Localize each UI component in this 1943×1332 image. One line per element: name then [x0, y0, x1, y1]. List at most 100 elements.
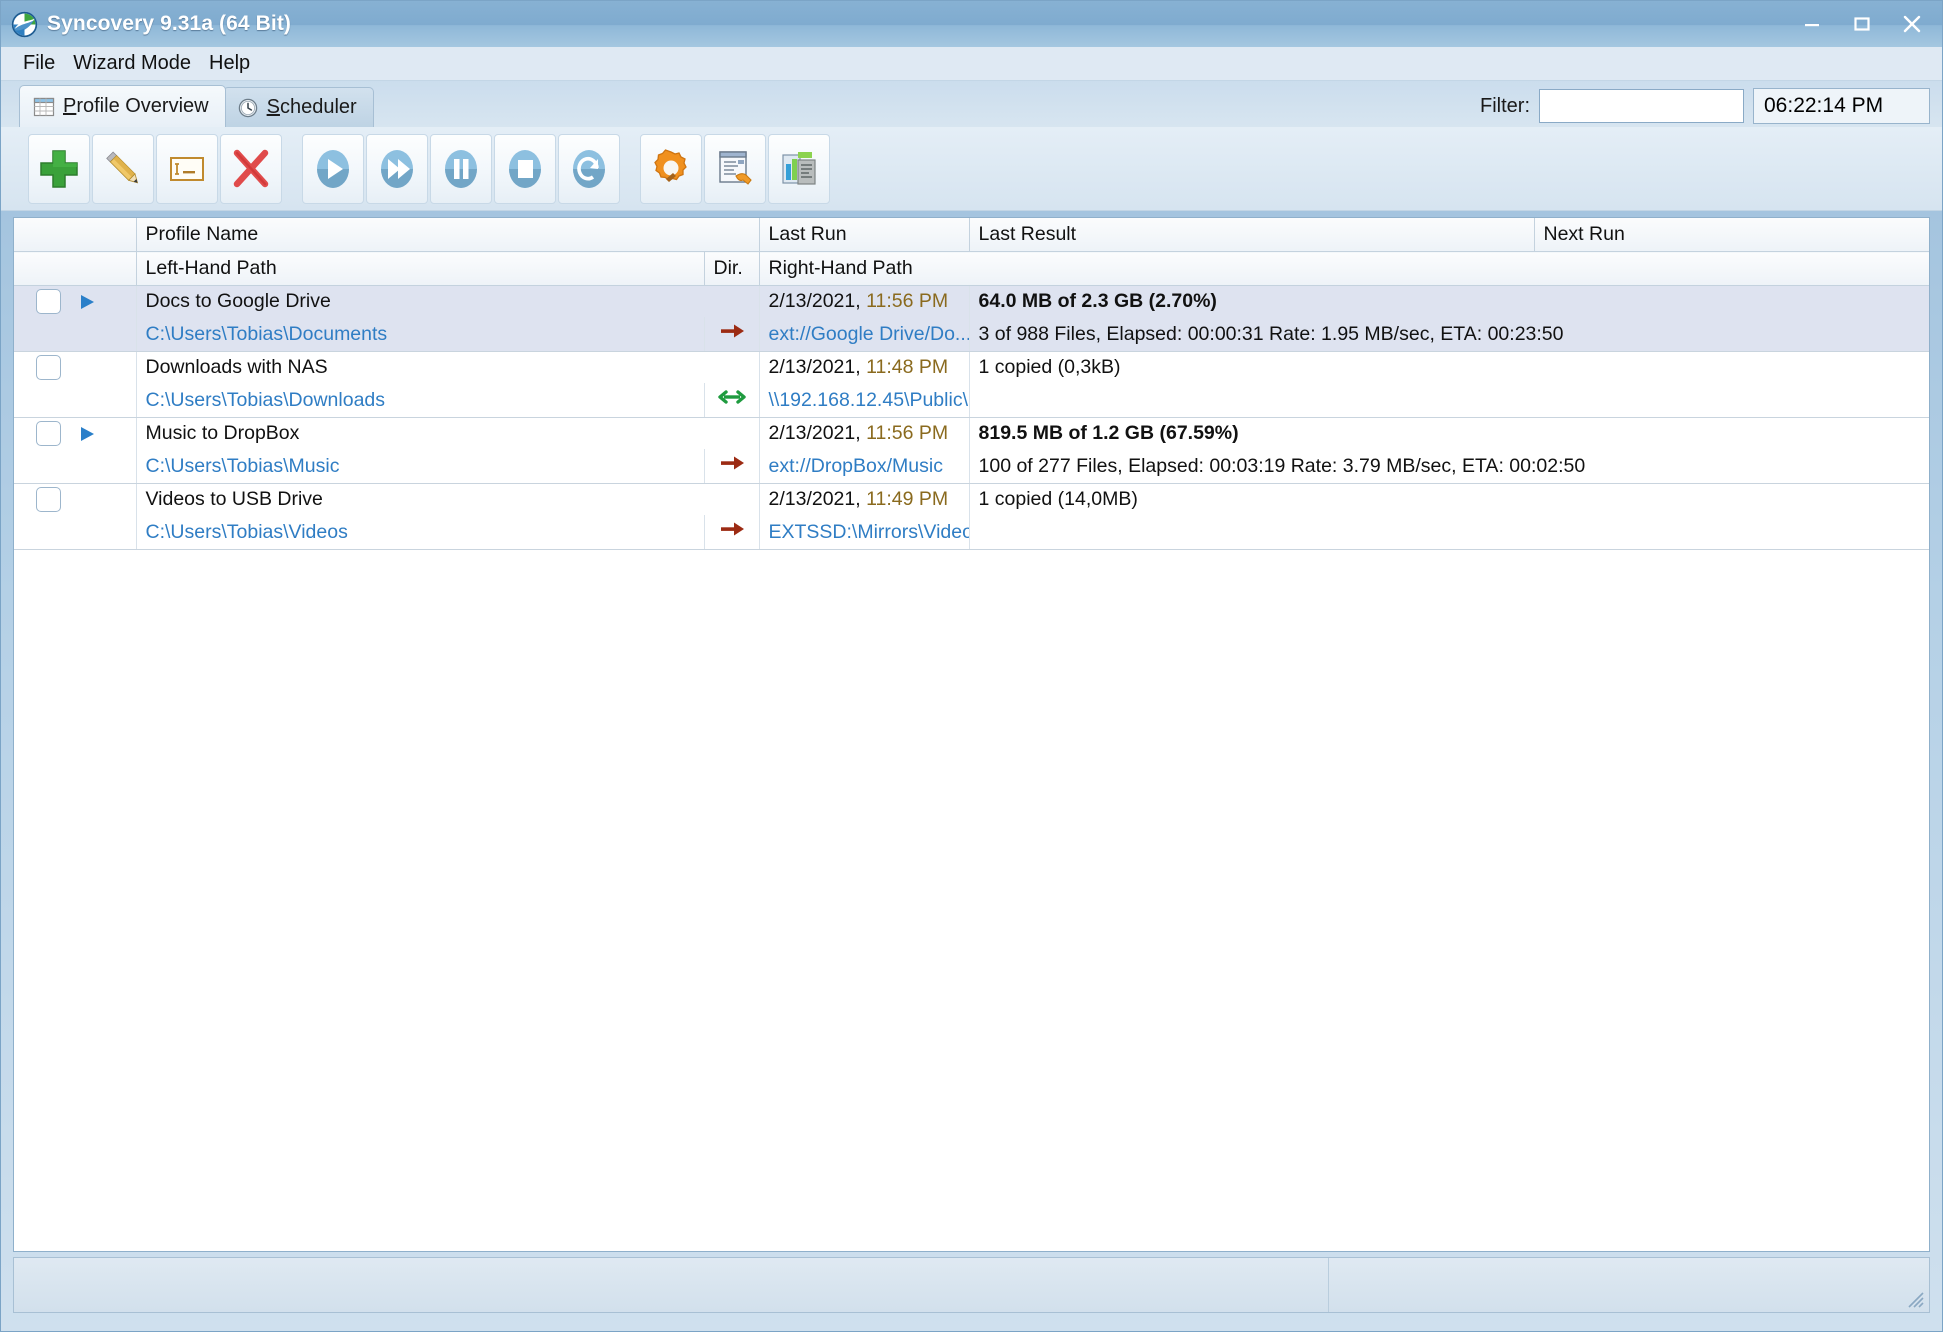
- table-row[interactable]: Videos to USB Drive 2/13/2021, 11:49 PM 1 …: [14, 483, 1929, 515]
- resize-grip-icon[interactable]: [1905, 1289, 1925, 1309]
- row-select-cell[interactable]: [14, 483, 137, 515]
- maximize-button[interactable]: [1840, 7, 1884, 41]
- pause-icon: [445, 149, 477, 188]
- header-checkbox-column[interactable]: [14, 218, 137, 252]
- row-select-cell[interactable]: [14, 351, 137, 383]
- bidirectional-arrow-icon: [717, 390, 746, 404]
- orange-gear-icon: [654, 148, 687, 182]
- new-profile-button[interactable]: [28, 133, 90, 204]
- running-indicator-icon: [81, 426, 94, 441]
- pause-button[interactable]: [430, 133, 492, 204]
- status-right-panel: [1329, 1258, 1929, 1312]
- last-result-cell: 64.0 MB of 2.3 GB (2.70%): [969, 285, 1929, 317]
- close-button[interactable]: [1890, 7, 1934, 41]
- left-hand-path-text: C:\Users\Tobias\Music: [145, 454, 340, 477]
- tab-profile-overview[interactable]: Profile Overview: [19, 85, 226, 127]
- row-detail-spacer: [14, 383, 137, 418]
- restart-button[interactable]: [558, 133, 620, 204]
- edit-profile-button[interactable]: [92, 133, 154, 204]
- detail-cell: 3 of 988 Files, Elapsed: 00:00:31 Rate: …: [969, 317, 1929, 352]
- last-run-cell: 2/13/2021, 11:56 PM: [759, 285, 970, 317]
- menu-file[interactable]: File: [14, 50, 64, 77]
- tab-label-scheduler: Scheduler: [266, 96, 357, 118]
- last-result-text: 819.5 MB of 1.2 GB (67.59%): [978, 422, 1239, 444]
- detail-cell: [969, 383, 1929, 418]
- header-last-run[interactable]: Last Run: [759, 218, 970, 252]
- profile-table: Profile Name Last Run Last Result Next R…: [14, 218, 1929, 550]
- stop-button[interactable]: [494, 133, 556, 204]
- header-checkbox-column-2[interactable]: [14, 251, 137, 286]
- toolbar-group-profile: [27, 133, 283, 204]
- status-left-panel: [14, 1258, 1329, 1312]
- header-right-hand-path[interactable]: Right-Hand Path: [759, 251, 1929, 286]
- profile-name-cell: Downloads with NAS: [136, 351, 760, 383]
- menu-help[interactable]: Help: [200, 50, 259, 77]
- row-checkbox[interactable]: [36, 355, 61, 380]
- rename-profile-button[interactable]: [156, 133, 218, 204]
- header-left-hand-path[interactable]: Left-Hand Path: [136, 251, 705, 286]
- pencil-icon: [106, 150, 139, 183]
- run-all-button[interactable]: [366, 133, 428, 204]
- toolbar-separator-2: [621, 134, 639, 204]
- profile-name-text: Videos to USB Drive: [145, 488, 323, 510]
- caption-buttons: [1790, 1, 1934, 47]
- right-hand-path-text: EXTSSD:\Mirrors\Videos: [768, 520, 969, 543]
- row-select-cell[interactable]: [14, 285, 137, 317]
- run-button[interactable]: [302, 133, 364, 204]
- last-run-cell: 2/13/2021, 11:49 PM: [759, 483, 970, 515]
- clock-icon: [238, 98, 257, 117]
- table-row-detail[interactable]: C:\Users\Tobias\Documents ext://Google Dr…: [14, 317, 1929, 352]
- filter-area: Filter: 06:22:14 PM: [1480, 88, 1930, 124]
- play-icon: [317, 149, 349, 188]
- last-run-cell: 2/13/2021, 11:56 PM: [759, 417, 970, 449]
- row-checkbox[interactable]: [36, 421, 61, 446]
- row-checkbox[interactable]: [36, 289, 61, 314]
- profile-name-text: Music to DropBox: [145, 422, 300, 444]
- table-row-detail[interactable]: C:\Users\Tobias\Music ext://DropBox/Music…: [14, 449, 1929, 484]
- menu-bar: File Wizard Mode Help: [1, 47, 1942, 81]
- clock-display: 06:22:14 PM: [1753, 88, 1930, 124]
- detail-cell: 100 of 277 Files, Elapsed: 00:03:19 Rate…: [969, 449, 1929, 484]
- left-hand-path-cell: C:\Users\Tobias\Documents: [136, 317, 705, 352]
- left-hand-path-cell: C:\Users\Tobias\Music: [136, 449, 705, 484]
- profile-name-cell: Docs to Google Drive: [136, 285, 760, 317]
- left-hand-path-text: C:\Users\Tobias\Documents: [145, 322, 388, 345]
- toolbar-group-run: [301, 133, 621, 204]
- last-result-cell: 1 copied (14,0MB): [969, 483, 1929, 515]
- filter-input[interactable]: [1539, 89, 1744, 123]
- reports-button[interactable]: [768, 133, 830, 204]
- table-row[interactable]: Downloads with NAS 2/13/2021, 11:48 PM 1 c…: [14, 351, 1929, 383]
- right-hand-path-cell: ext://DropBox/Music: [759, 449, 970, 484]
- last-run-time: 11:48 PM: [866, 356, 949, 378]
- tab-label-profile-overview: Profile Overview: [63, 95, 209, 117]
- row-detail-spacer: [14, 515, 137, 550]
- stop-icon: [509, 149, 541, 188]
- log-viewer-button[interactable]: [704, 133, 766, 204]
- profile-name-cell: Music to DropBox: [136, 417, 760, 449]
- settings-button[interactable]: [640, 133, 702, 204]
- table-header: Profile Name Last Run Last Result Next R…: [14, 218, 1929, 286]
- row-select-cell[interactable]: [14, 417, 137, 449]
- table-row-detail[interactable]: C:\Users\Tobias\Videos EXTSSD:\Mirrors\Vi…: [14, 515, 1929, 550]
- tab-scheduler[interactable]: Scheduler: [222, 87, 374, 127]
- table-row[interactable]: Music to DropBox 2/13/2021, 11:56 PM 819.5…: [14, 417, 1929, 449]
- delete-profile-button[interactable]: [220, 133, 282, 204]
- application-window: Syncovery 9.31a (64 Bit) File Wizard Mod…: [0, 0, 1943, 1332]
- menu-wizard-mode[interactable]: Wizard Mode: [64, 50, 200, 77]
- header-next-run[interactable]: Next Run: [1534, 218, 1929, 252]
- detail-text: 3 of 988 Files, Elapsed: 00:00:31 Rate: …: [978, 322, 1564, 345]
- row-checkbox[interactable]: [36, 487, 61, 512]
- header-dir[interactable]: Dir.: [704, 251, 760, 286]
- window-bottom-edge: [1, 1319, 1942, 1331]
- last-result-cell: 1 copied (0,3kB): [969, 351, 1929, 383]
- table-row-detail[interactable]: C:\Users\Tobias\Downloads \\192.168.12.45…: [14, 383, 1929, 418]
- header-profile-name[interactable]: Profile Name: [136, 218, 760, 252]
- last-run-cell: 2/13/2021, 11:48 PM: [759, 351, 970, 383]
- row-detail-spacer: [14, 317, 137, 352]
- minimize-button[interactable]: [1790, 7, 1834, 41]
- title-bar: Syncovery 9.31a (64 Bit): [1, 1, 1942, 47]
- table-row[interactable]: Docs to Google Drive 2/13/2021, 11:56 PM 6…: [14, 285, 1929, 317]
- header-last-result[interactable]: Last Result: [969, 218, 1535, 252]
- direction-cell: [704, 449, 760, 484]
- right-hand-path-cell: EXTSSD:\Mirrors\Videos: [759, 515, 970, 550]
